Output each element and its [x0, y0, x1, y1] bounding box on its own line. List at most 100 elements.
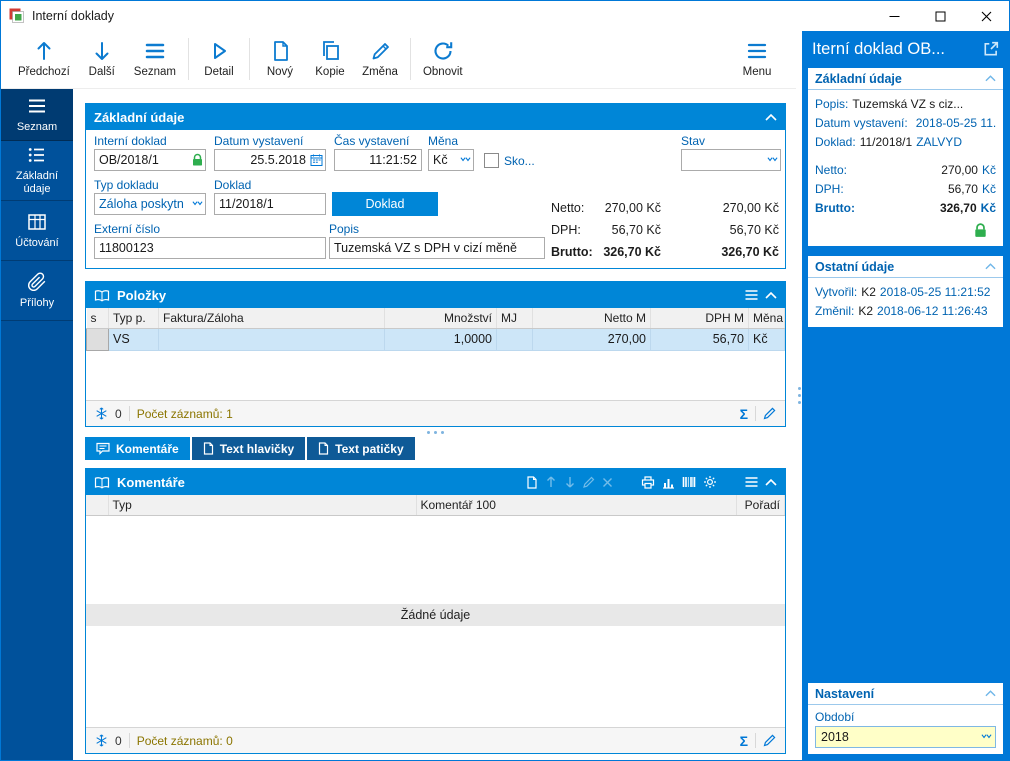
snowflake-icon[interactable] — [95, 734, 108, 747]
column-header[interactable]: MJ — [497, 308, 533, 328]
barcode-icon[interactable] — [682, 476, 696, 488]
hamburger-icon — [27, 96, 47, 116]
column-header[interactable] — [86, 495, 108, 515]
toolbar-button-obnovit[interactable]: Obnovit — [416, 37, 470, 80]
toolbar-button-dalsi[interactable]: Další — [77, 37, 127, 80]
basic-data-panel: Základní údaje Interní doklad — [85, 103, 786, 269]
comments-panel-header: Komentáře — [86, 469, 785, 495]
tab-text-paticky[interactable]: Text patičky — [307, 437, 414, 460]
toolbar-button-kopie[interactable]: Kopie — [305, 37, 355, 80]
book-icon — [94, 476, 110, 489]
basic-panel-body: Interní doklad Datum vystavení — [86, 130, 785, 268]
items-panel-header: Položky — [86, 282, 785, 308]
main-content: Základní údaje Interní doklad — [73, 89, 796, 760]
column-header[interactable]: Typ — [108, 495, 416, 515]
horizontal-splitter[interactable] — [85, 427, 786, 437]
column-header[interactable]: Netto M — [533, 308, 651, 328]
sum-icon[interactable]: Σ — [740, 734, 748, 748]
edit-record-icon[interactable] — [583, 476, 595, 488]
total-label: DPH: — [551, 223, 581, 237]
minimize-icon[interactable] — [871, 1, 917, 31]
sidebar-item-prilohy[interactable]: Přílohy — [1, 261, 73, 321]
gear-icon[interactable] — [703, 475, 717, 489]
refresh-icon — [431, 39, 455, 63]
interni-doklad-input[interactable] — [94, 149, 206, 171]
column-header[interactable]: Typ p. — [109, 308, 159, 328]
stav-select[interactable] — [681, 149, 781, 171]
collapse-chevron-icon[interactable] — [985, 75, 996, 82]
list-icon — [144, 39, 166, 63]
hamburger-icon — [746, 39, 768, 63]
collapse-chevron-icon[interactable] — [765, 114, 777, 121]
collapse-chevron-icon[interactable] — [765, 292, 777, 299]
total-value: 270,00 Kč — [605, 201, 661, 215]
toolbar-button-predchozi[interactable]: Předchozí — [11, 37, 77, 80]
column-header[interactable]: Faktura/Záloha — [159, 308, 385, 328]
total-label: Brutto: — [551, 245, 593, 259]
sidebar-item-zakladni-udaje[interactable]: Základní údaje — [1, 141, 73, 201]
toolbar-button-seznam[interactable]: Seznam — [127, 37, 183, 80]
cas-vystaveni-input[interactable] — [334, 149, 422, 171]
delete-record-icon[interactable] — [602, 477, 613, 488]
arrow-down-icon — [91, 39, 113, 63]
hamburger-icon[interactable] — [745, 477, 758, 487]
document-icon — [318, 442, 329, 455]
move-up-icon[interactable] — [545, 476, 557, 488]
close-icon[interactable] — [963, 1, 1009, 31]
move-down-icon[interactable] — [564, 476, 576, 488]
field-label: Čas vystavení — [334, 134, 422, 148]
sidebar-item-seznam[interactable]: Seznam — [1, 89, 73, 141]
comments-table-body: Žádné údaje — [86, 516, 785, 728]
app-icon — [9, 8, 25, 24]
toolbar: Předchozí Další Seznam Detail — [1, 31, 796, 89]
tab-label: Komentáře — [116, 442, 179, 456]
collapse-chevron-icon[interactable] — [985, 690, 996, 697]
items-panel: Položky s Typ p. Faktura/Zál — [85, 281, 786, 427]
snowflake-icon[interactable] — [95, 407, 108, 420]
new-record-icon[interactable] — [526, 476, 538, 489]
cell-mena: Kč — [749, 328, 785, 350]
toolbar-button-detail[interactable]: Detail — [194, 37, 244, 80]
comment-icon — [96, 442, 110, 455]
items-table-row[interactable]: VS 1,0000 270,00 56,70 Kč — [87, 328, 785, 350]
dropdown-icon[interactable] — [981, 734, 992, 741]
calendar-icon[interactable] — [310, 154, 323, 167]
column-header[interactable]: Komentář 100 — [416, 495, 736, 515]
toolbar-button-label: Předchozí — [18, 66, 70, 78]
edit-pencil-icon[interactable] — [763, 407, 776, 420]
printer-icon[interactable] — [641, 476, 655, 489]
obdobi-select[interactable] — [815, 726, 996, 748]
column-header[interactable]: Měna — [749, 308, 785, 328]
toolbar-button-zmena[interactable]: Změna — [355, 37, 405, 80]
open-in-new-icon[interactable] — [981, 39, 1001, 59]
settings-card: Nastavení Období — [808, 683, 1003, 754]
field-label: Stav — [681, 134, 781, 148]
amount-row: Brutto:326,70Kč — [815, 199, 996, 218]
column-header[interactable]: Pořadí — [736, 495, 785, 515]
skonto-checkbox[interactable] — [484, 153, 499, 168]
column-header[interactable]: s — [87, 308, 109, 328]
sidebar-item-label: Seznam — [17, 121, 57, 134]
maximize-icon[interactable] — [917, 1, 963, 31]
sidebar-item-uctovani[interactable]: Účtování — [1, 201, 73, 261]
card-title: Nastavení — [815, 687, 874, 701]
chart-icon[interactable] — [662, 476, 675, 489]
edit-pencil-icon[interactable] — [763, 734, 776, 747]
menu-button[interactable]: Menu — [732, 37, 782, 80]
hamburger-icon[interactable] — [745, 290, 758, 300]
sidebar-item-label: Přílohy — [20, 297, 54, 310]
toolbar-button-novy[interactable]: Nový — [255, 37, 305, 80]
info-other-card: Ostatní údaje Vytvořil:K22018-05-25 11:2… — [808, 256, 1003, 327]
sum-icon[interactable]: Σ — [740, 407, 748, 421]
tab-text-hlavicky[interactable]: Text hlavičky — [192, 437, 305, 460]
collapse-chevron-icon[interactable] — [765, 479, 777, 486]
cell-typ-p: VS — [109, 328, 159, 350]
tab-komentare[interactable]: Komentáře — [85, 437, 190, 460]
no-data-message: Žádné údaje — [86, 604, 785, 626]
column-header[interactable]: DPH M — [651, 308, 749, 328]
dropdown-icon[interactable] — [767, 157, 778, 164]
collapse-chevron-icon[interactable] — [985, 263, 996, 270]
dropdown-icon[interactable] — [460, 157, 471, 164]
column-header[interactable]: Množství — [385, 308, 497, 328]
info-row: Změnil:K22018-06-12 11:26:43 — [815, 302, 996, 321]
